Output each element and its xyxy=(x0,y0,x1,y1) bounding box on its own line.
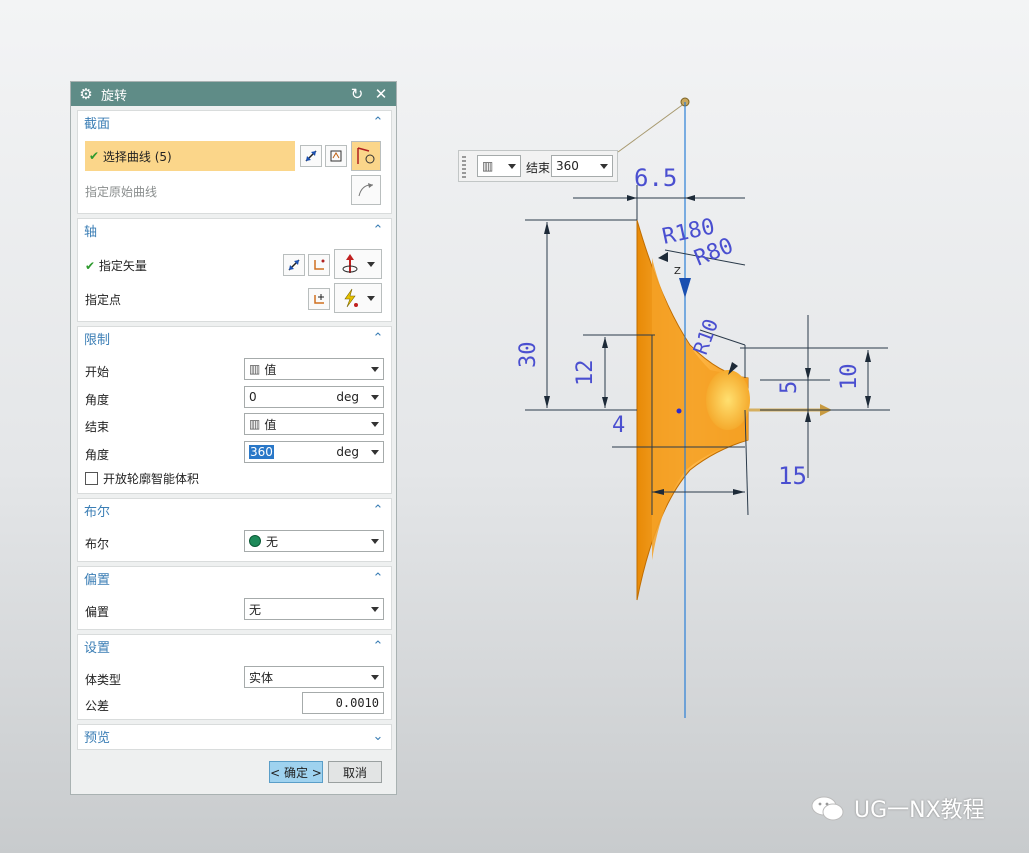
graphics-viewport[interactable]: Z 6.5 R180 R80 R10 30 12 4 5 10 15 xyxy=(0,0,1029,853)
dim-30: 30 xyxy=(516,342,541,369)
handle-leader-line xyxy=(617,102,686,153)
dim-5: 5 xyxy=(777,381,802,394)
dim-4: 4 xyxy=(612,413,625,438)
dim-10: 10 xyxy=(837,364,862,391)
axis-origin xyxy=(676,408,682,414)
hub-highlight xyxy=(706,370,750,430)
wechat-icon xyxy=(811,796,844,821)
watermark-text: UG一NX教程 xyxy=(854,798,985,823)
dim-6-5: 6.5 xyxy=(634,164,677,192)
axis-label: Z xyxy=(674,266,681,277)
dim-15: 15 xyxy=(778,462,807,490)
watermark: UG一NX教程 xyxy=(810,792,985,824)
axis-arrow-icon xyxy=(679,278,691,298)
dim-12: 12 xyxy=(573,360,598,387)
dim-r10: R10 xyxy=(688,316,723,358)
